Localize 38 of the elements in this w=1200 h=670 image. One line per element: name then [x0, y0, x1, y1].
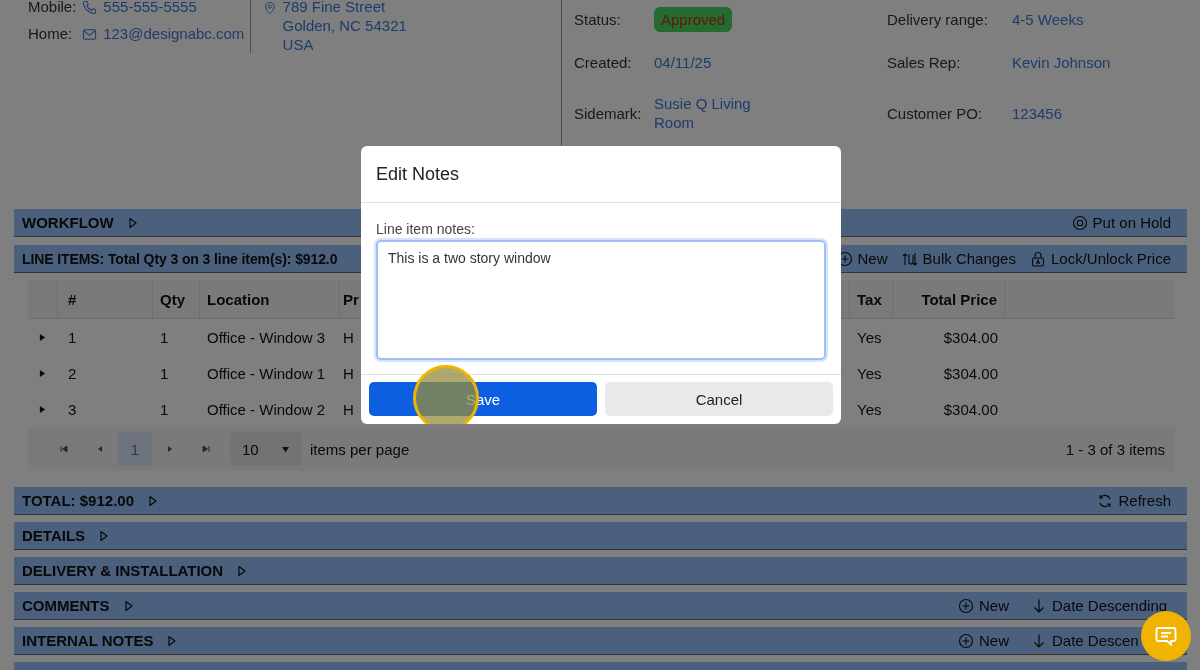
items-per-page-label: items per page: [310, 440, 410, 458]
section-title: TOTAL: $912.00: [22, 492, 134, 509]
table-cell-text: H: [342, 399, 355, 420]
section-title: INTERNAL NOTES: [22, 632, 154, 649]
section-title: DETAILS: [22, 527, 86, 544]
table-cell-text: $304.00: [942, 399, 999, 420]
status-badge: Approved: [654, 6, 733, 32]
table-cell-text: $304.00: [942, 327, 999, 348]
section-title: WORKFLOW: [22, 214, 114, 231]
table-cell-text: 1: [159, 399, 170, 420]
table-cell-text: Office - Window 2: [206, 399, 327, 420]
field-label: Line item notes:: [376, 221, 476, 237]
table-cell-text: 1: [67, 327, 78, 348]
table-cell-text: H: [342, 327, 355, 348]
table-cell-text: Yes: [856, 327, 883, 348]
field-label: Created:: [574, 53, 633, 71]
dialog-title: Edit Notes: [376, 163, 460, 185]
section-title: DELIVERY & INSTALLATION: [22, 562, 224, 579]
table-cell-text: 1: [159, 363, 170, 384]
table-cell-text: 1: [159, 327, 170, 348]
pager-summary: 1 - 3 of 3 items: [1065, 440, 1165, 458]
table-cell-text: 2: [67, 363, 78, 384]
mobile-label: Mobile:: [28, 0, 77, 16]
table-cell-text: 3: [67, 399, 78, 420]
home-label: Home:: [28, 25, 73, 43]
table-cell-text: Yes: [856, 363, 883, 384]
field-label: Status:: [574, 10, 622, 28]
table-cell-text: H: [342, 363, 355, 384]
field-label: Delivery range:: [887, 10, 989, 28]
field-label: Customer PO:: [887, 104, 983, 122]
section-title: LINE ITEMS: Total Qty 3 on 3 line item(s): $912.0: [22, 250, 338, 267]
table-cell-text: Yes: [856, 399, 883, 420]
table-cell-text: Office - Window 1: [206, 363, 327, 384]
section-title: COMMENTS: [22, 597, 110, 614]
table-cell-text: $304.00: [942, 363, 999, 384]
table-cell-text: Office - Window 3: [206, 327, 327, 348]
field-label: Sales Rep:: [887, 53, 962, 71]
field-label: Sidemark:: [574, 104, 643, 122]
